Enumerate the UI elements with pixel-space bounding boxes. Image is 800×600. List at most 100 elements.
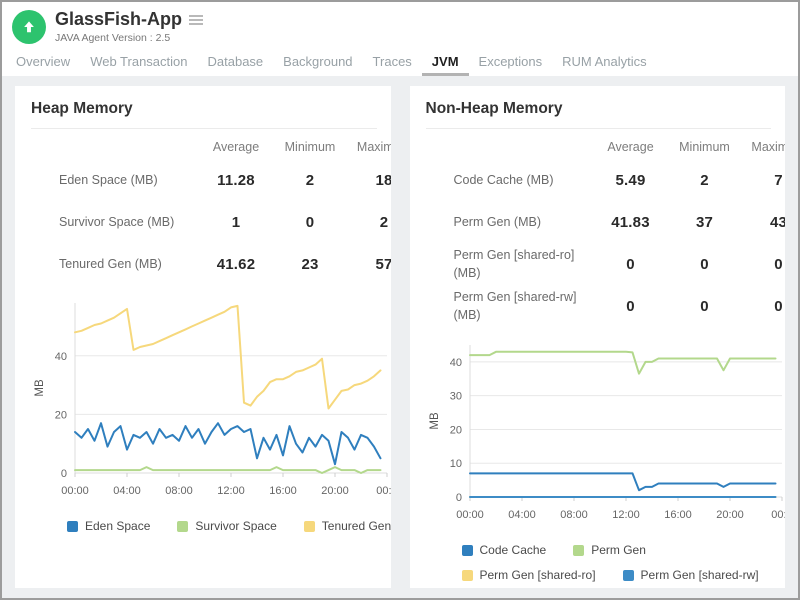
app-status-icon xyxy=(12,10,46,44)
y-tick-label: 40 xyxy=(55,351,67,363)
legend-item[interactable]: Perm Gen xyxy=(573,543,646,557)
legend-item[interactable]: Code Cache xyxy=(462,543,547,557)
metric-label: Survivor Space (MB) xyxy=(31,213,199,231)
legend-swatch xyxy=(67,521,78,532)
up-arrow-icon xyxy=(20,18,38,36)
content-area: Heap Memory AverageMinimumMaximumEden Sp… xyxy=(2,76,798,598)
x-tick-label: 16:00 xyxy=(269,485,297,497)
legend-label: Survivor Space xyxy=(195,519,276,533)
legend-swatch xyxy=(177,521,188,532)
metric-value: 23 xyxy=(273,256,347,273)
stats-row: Perm Gen [shared-rw] (MB)000 xyxy=(426,285,786,327)
legend-label: Perm Gen [shared-rw] xyxy=(641,568,759,582)
legend-label: Perm Gen xyxy=(591,543,646,557)
x-tick-label: 08:00 xyxy=(560,509,588,521)
legend-swatch xyxy=(304,521,315,532)
column-header-maximum: Maximum xyxy=(347,140,391,154)
column-header-maximum: Maximum xyxy=(742,140,786,154)
stats-header-row: AverageMinimumMaximum xyxy=(426,135,786,159)
heap-memory-chart: 0204000:0004:0008:0012:0016:0020:0000:..… xyxy=(31,295,391,503)
x-tick-label: 04:00 xyxy=(508,509,536,521)
stats-row: Tenured Gen (MB)41.622357 xyxy=(31,243,391,285)
metric-label: Perm Gen [shared-ro] (MB) xyxy=(426,246,594,282)
metric-value: 0 xyxy=(594,256,668,273)
tab-web-transaction[interactable]: Web Transaction xyxy=(80,46,197,76)
series-line-perm-gen xyxy=(470,352,776,374)
legend-row: Perm Gen [shared-ro] Perm Gen [shared-rw] xyxy=(462,568,786,582)
agent-version-label: JAVA Agent Version : 2.5 xyxy=(55,32,205,44)
tab-background[interactable]: Background xyxy=(273,46,362,76)
panel-divider xyxy=(426,128,772,129)
x-tick-label: 00:.. xyxy=(376,485,390,497)
metric-value: 1 xyxy=(199,214,273,231)
metric-value: 0 xyxy=(594,298,668,315)
app-title: GlassFish-App xyxy=(55,10,182,30)
x-tick-label: 08:00 xyxy=(165,485,193,497)
x-tick-label: 12:00 xyxy=(612,509,640,521)
tab-database[interactable]: Database xyxy=(198,46,274,76)
x-tick-label: 00:00 xyxy=(61,485,89,497)
series-line-eden-space xyxy=(75,423,381,464)
metric-value: 2 xyxy=(347,214,391,231)
metric-value: 57 xyxy=(347,256,391,273)
stats-row: Perm Gen (MB)41.833743 xyxy=(426,201,786,243)
stats-table: AverageMinimumMaximumEden Space (MB)11.2… xyxy=(31,135,391,285)
tab-rum-analytics[interactable]: RUM Analytics xyxy=(552,46,657,76)
stats-row: Eden Space (MB)11.28218 xyxy=(31,159,391,201)
y-axis-label: MB xyxy=(34,379,46,397)
metric-value: 18 xyxy=(347,172,391,189)
legend-label: Eden Space xyxy=(85,519,150,533)
stats-table: AverageMinimumMaximumCode Cache (MB)5.49… xyxy=(426,135,786,327)
metric-label: Perm Gen [shared-rw] (MB) xyxy=(426,288,594,324)
metric-value: 2 xyxy=(668,172,742,189)
stats-header-row: AverageMinimumMaximum xyxy=(31,135,391,159)
legend-label: Tenured Gen xyxy=(322,519,391,533)
stats-row: Code Cache (MB)5.4927 xyxy=(426,159,786,201)
legend-item[interactable]: Perm Gen [shared-ro] xyxy=(462,568,596,582)
legend-item[interactable]: Survivor Space xyxy=(177,519,276,533)
column-header-minimum: Minimum xyxy=(668,140,742,154)
tab-exceptions[interactable]: Exceptions xyxy=(469,46,553,76)
tab-traces[interactable]: Traces xyxy=(363,46,422,76)
non-heap-memory-chart: 01020304000:0004:0008:0012:0016:0020:000… xyxy=(426,337,786,527)
metric-panel: Non-Heap Memory AverageMinimumMaximumCod… xyxy=(410,86,786,588)
menu-icon[interactable] xyxy=(187,13,205,27)
y-tick-label: 10 xyxy=(449,458,461,470)
legend-row: Eden Space Survivor Space Tenured Gen xyxy=(67,519,391,533)
tab-overview[interactable]: Overview xyxy=(6,46,80,76)
x-tick-label: 16:00 xyxy=(664,509,692,521)
legend-item[interactable]: Perm Gen [shared-rw] xyxy=(623,568,759,582)
metric-label: Perm Gen (MB) xyxy=(426,213,594,231)
metric-value: 0 xyxy=(273,214,347,231)
y-tick-label: 0 xyxy=(455,492,461,504)
legend-label: Code Cache xyxy=(480,543,547,557)
legend-label: Perm Gen [shared-ro] xyxy=(480,568,596,582)
y-tick-label: 30 xyxy=(449,391,461,403)
metric-value: 43 xyxy=(742,214,786,231)
metric-value: 0 xyxy=(668,256,742,273)
app-header: GlassFish-App JAVA Agent Version : 2.5 xyxy=(2,2,798,44)
x-tick-label: 00:.. xyxy=(771,509,785,521)
stats-row: Perm Gen [shared-ro] (MB)000 xyxy=(426,243,786,285)
chart-legend: Code CachePerm GenPerm Gen [shared-ro]Pe… xyxy=(462,543,786,582)
legend-swatch xyxy=(462,545,473,556)
metric-value: 2 xyxy=(273,172,347,189)
app-window: GlassFish-App JAVA Agent Version : 2.5 O… xyxy=(0,0,800,600)
legend-item[interactable]: Eden Space xyxy=(67,519,150,533)
metric-value: 41.62 xyxy=(199,256,273,273)
metric-label: Code Cache (MB) xyxy=(426,171,594,189)
panel-divider xyxy=(31,128,377,129)
metric-value: 0 xyxy=(668,298,742,315)
tab-jvm[interactable]: JVM xyxy=(422,46,469,76)
y-tick-label: 20 xyxy=(55,409,67,421)
column-header-average: Average xyxy=(594,140,668,154)
legend-swatch xyxy=(462,570,473,581)
metric-label: Eden Space (MB) xyxy=(31,171,199,189)
metric-value: 0 xyxy=(742,298,786,315)
legend-item[interactable]: Tenured Gen xyxy=(304,519,391,533)
series-line-code-cache xyxy=(470,473,776,490)
x-tick-label: 04:00 xyxy=(113,485,141,497)
metric-value: 11.28 xyxy=(199,172,273,189)
column-header-average: Average xyxy=(199,140,273,154)
legend-swatch xyxy=(623,570,634,581)
